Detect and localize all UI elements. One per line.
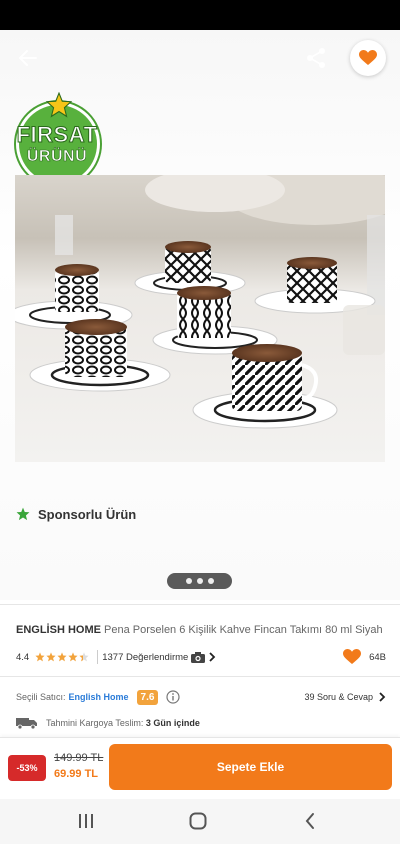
back-nav-button[interactable]: [290, 807, 330, 835]
coffee-cups-photo: [15, 175, 385, 429]
add-to-cart-button[interactable]: Sepete Ekle: [109, 744, 392, 790]
pager-dot[interactable]: [196, 578, 203, 584]
home-icon: [189, 812, 207, 830]
shipping-value: 3 Gün içinde: [145, 718, 200, 728]
new-price: 69.99 TL: [54, 768, 99, 780]
arrow-left-icon: [19, 50, 37, 66]
heart-icon: [343, 649, 362, 664]
seller-label: Seçili Satıcı:: [16, 692, 66, 702]
firsat-urunu-badge: FIRSAT ÜRÜNÜ: [10, 92, 104, 186]
brand-name[interactable]: ENGLİSH HOME: [16, 624, 101, 636]
product-image[interactable]: [15, 175, 385, 462]
pager-dot[interactable]: [207, 578, 214, 584]
chevron-left-icon: [305, 813, 314, 829]
heart-icon: [359, 50, 377, 65]
sponsored-text: Sponsorlu Ürün: [38, 506, 137, 522]
favorite-button[interactable]: [350, 40, 386, 76]
badge-line-1: FIRSAT: [16, 122, 98, 148]
qa-link[interactable]: 39 Soru & Cevap: [304, 688, 386, 706]
pager-dot[interactable]: [185, 578, 192, 584]
favorite-count[interactable]: 64B: [343, 648, 386, 666]
top-bar: [0, 30, 400, 86]
badge-line-2: ÜRÜNÜ: [26, 148, 88, 166]
recent-apps-icon: [79, 814, 93, 828]
seller-score: 7.6: [136, 689, 159, 705]
rating-star-icon: [46, 652, 56, 662]
rating-stars: [35, 652, 89, 662]
status-bar: [0, 0, 400, 30]
seller-name[interactable]: English Home: [69, 692, 129, 702]
share-icon: [307, 48, 325, 68]
star-icon: [16, 507, 30, 521]
image-pager[interactable]: [167, 573, 232, 589]
sponsored-label: Sponsorlu Ürün: [16, 504, 136, 524]
chevron-right-icon: [209, 652, 216, 662]
shipping-row: Tahmini Kargoya Teslim: 3 Gün içinde: [16, 714, 200, 732]
home-button[interactable]: [178, 807, 218, 835]
review-count: 1377 Değerlendirme: [102, 651, 189, 663]
discount-badge: -53%: [8, 755, 46, 781]
camera-icon: [191, 651, 206, 663]
rating-star-icon: [68, 652, 78, 662]
reviews-link[interactable]: 1377 Değerlendirme: [102, 651, 216, 663]
info-icon[interactable]: [166, 690, 181, 704]
rating-value: 4.4: [16, 651, 30, 663]
back-button[interactable]: [12, 42, 44, 74]
seller-row: Seçili Satıcı: English Home 7.6 39 Soru …: [16, 688, 386, 706]
rating-star-icon: [79, 652, 89, 662]
share-button[interactable]: [300, 42, 332, 74]
rating-star-icon: [57, 652, 67, 662]
qa-count: 39 Soru & Cevap: [304, 692, 373, 702]
android-nav-bar: [0, 799, 400, 844]
chevron-right-icon: [379, 692, 386, 702]
old-price: 149.99 TL: [54, 752, 104, 764]
bottom-purchase-bar: -53% 149.99 TL 69.99 TL Sepete Ekle: [0, 737, 400, 799]
shipping-label: Tahmini Kargoya Teslim:: [46, 718, 144, 728]
recent-apps-button[interactable]: [66, 807, 106, 835]
favorite-count-value: 64B: [369, 651, 386, 663]
truck-icon: [16, 718, 37, 729]
separator: [97, 650, 99, 664]
divider: [0, 604, 400, 605]
rating-star-icon: [35, 652, 45, 662]
rating-row: 4.4 1377 Değerlendirme 64B: [16, 648, 386, 666]
star-icon: [46, 92, 72, 118]
product-title: ENGLİSH HOME Pena Porselen 6 Kişilik Kah…: [16, 622, 386, 638]
product-name: Pena Porselen 6 Kişilik Kahve Fincan Tak…: [104, 624, 383, 636]
divider: [0, 676, 400, 677]
